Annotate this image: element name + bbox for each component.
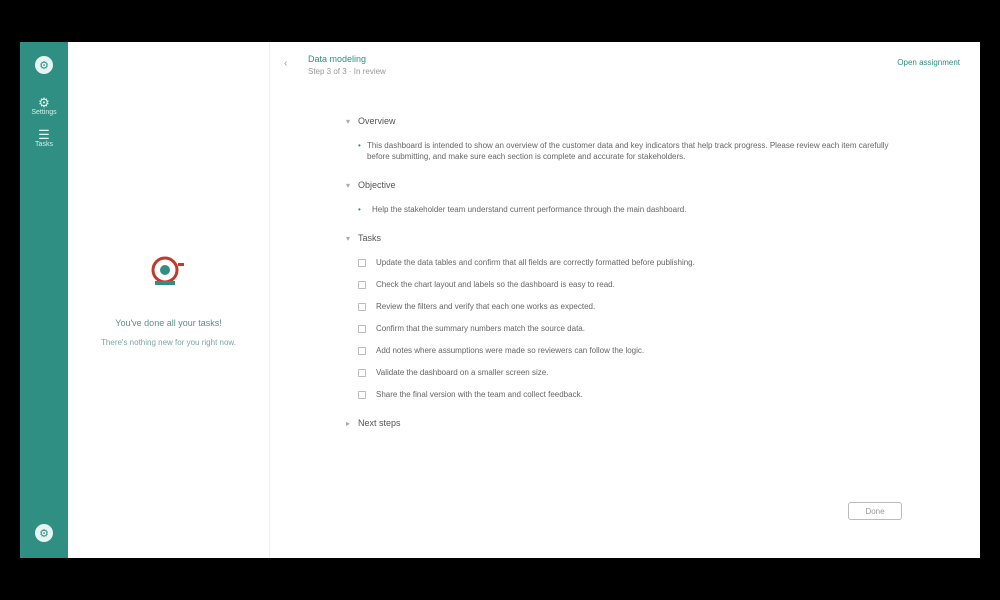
account-icon[interactable]: ⚙ <box>35 524 53 542</box>
section-objective: ▾ Objective • Help the stakeholder team … <box>346 180 906 215</box>
paragraph: Help the stakeholder team understand cur… <box>372 205 687 214</box>
chevron-right-icon: ▸ <box>346 418 351 428</box>
section-header[interactable]: ▾ Objective <box>346 180 906 190</box>
task-text: Add notes where assumptions were made so… <box>376 346 645 355</box>
objective-text: • Help the stakeholder team understand c… <box>358 204 906 215</box>
back-icon[interactable]: ‹ <box>284 58 308 69</box>
done-button[interactable]: Done <box>848 502 902 520</box>
task-list-panel: You've done all your tasks! There's noth… <box>68 42 270 558</box>
section-label: Tasks <box>358 233 382 243</box>
rail-item-label: Tasks <box>35 141 53 148</box>
chevron-down-icon: ▾ <box>346 180 351 190</box>
section-label: Overview <box>358 116 396 126</box>
bottom-letterbox <box>0 558 1000 600</box>
empty-state-subtitle: There's nothing new for you right now. <box>101 337 236 347</box>
chevron-down-icon: ▾ <box>346 233 351 243</box>
top-letterbox <box>0 0 1000 42</box>
task-checkbox[interactable] <box>358 303 366 311</box>
task-checkbox[interactable] <box>358 259 366 267</box>
task-item[interactable]: Share the final version with the team an… <box>358 389 906 400</box>
task-text: Review the filters and verify that each … <box>376 302 596 311</box>
task-item[interactable]: Validate the dashboard on a smaller scre… <box>358 367 906 378</box>
task-text: Validate the dashboard on a smaller scre… <box>376 368 549 377</box>
section-overview: ▾ Overview • This dashboard is intended … <box>346 116 906 162</box>
task-text: Confirm that the summary numbers match t… <box>376 324 585 333</box>
empty-state-illustration <box>147 253 191 295</box>
task-text: Update the data tables and confirm that … <box>376 258 695 267</box>
bullet-icon: • <box>358 141 361 150</box>
task-checkbox[interactable] <box>358 347 366 355</box>
logo-icon[interactable]: ⚙ <box>35 56 53 74</box>
rail-item-settings[interactable]: ⚙ Settings <box>31 96 56 116</box>
settings-icon: ⚙ <box>38 95 50 110</box>
rail-item-label: Settings <box>31 109 57 116</box>
page-title: Data modeling <box>308 54 367 64</box>
task-item[interactable]: Check the chart layout and labels so the… <box>358 279 906 290</box>
empty-state-title: You've done all your tasks! <box>115 317 222 328</box>
section-tasks: ▾ Tasks Update the data tables and confi… <box>346 233 906 400</box>
task-checkbox[interactable] <box>358 391 366 399</box>
paragraph: This dashboard is intended to show an ov… <box>366 141 889 161</box>
task-item[interactable]: Review the filters and verify that each … <box>358 301 906 312</box>
task-item[interactable]: Update the data tables and confirm that … <box>358 257 906 268</box>
nav-rail: ⚙ ⚙ Settings ☰ Tasks ⚙ <box>20 42 68 558</box>
rail-item-tasks[interactable]: ☰ Tasks <box>35 128 53 148</box>
task-text: Check the chart layout and labels so the… <box>376 280 615 289</box>
header-titles: Data modeling Step 3 of 3 · In review <box>308 54 386 76</box>
task-checkbox[interactable] <box>358 281 366 289</box>
task-text: Share the final version with the team an… <box>376 390 583 399</box>
tasks-icon: ☰ <box>38 127 50 142</box>
task-checkbox[interactable] <box>358 369 366 377</box>
section-header[interactable]: ▸ Next steps <box>346 418 906 428</box>
section-header[interactable]: ▾ Tasks <box>346 233 906 243</box>
app-window: ⚙ ⚙ Settings ☰ Tasks ⚙ You've done all y… <box>20 42 980 558</box>
open-assignment-link[interactable]: Open assignment <box>897 58 960 67</box>
overview-text: • This dashboard is intended to show an … <box>358 140 906 162</box>
task-checkbox[interactable] <box>358 325 366 333</box>
detail-header: ‹ Data modeling Step 3 of 3 · In review … <box>284 54 960 76</box>
section-label: Objective <box>358 180 396 190</box>
task-item[interactable]: Confirm that the summary numbers match t… <box>358 323 906 334</box>
page-subtitle: Step 3 of 3 · In review <box>308 67 386 76</box>
bullet-icon: • <box>358 205 361 214</box>
section-label: Next steps <box>358 418 401 428</box>
section-header[interactable]: ▾ Overview <box>346 116 906 126</box>
task-detail: ‹ Data modeling Step 3 of 3 · In review … <box>270 42 980 558</box>
detail-content: ▾ Overview • This dashboard is intended … <box>346 116 906 428</box>
task-item[interactable]: Add notes where assumptions were made so… <box>358 345 906 356</box>
chevron-down-icon: ▾ <box>346 116 351 126</box>
section-next-steps: ▸ Next steps <box>346 418 906 428</box>
